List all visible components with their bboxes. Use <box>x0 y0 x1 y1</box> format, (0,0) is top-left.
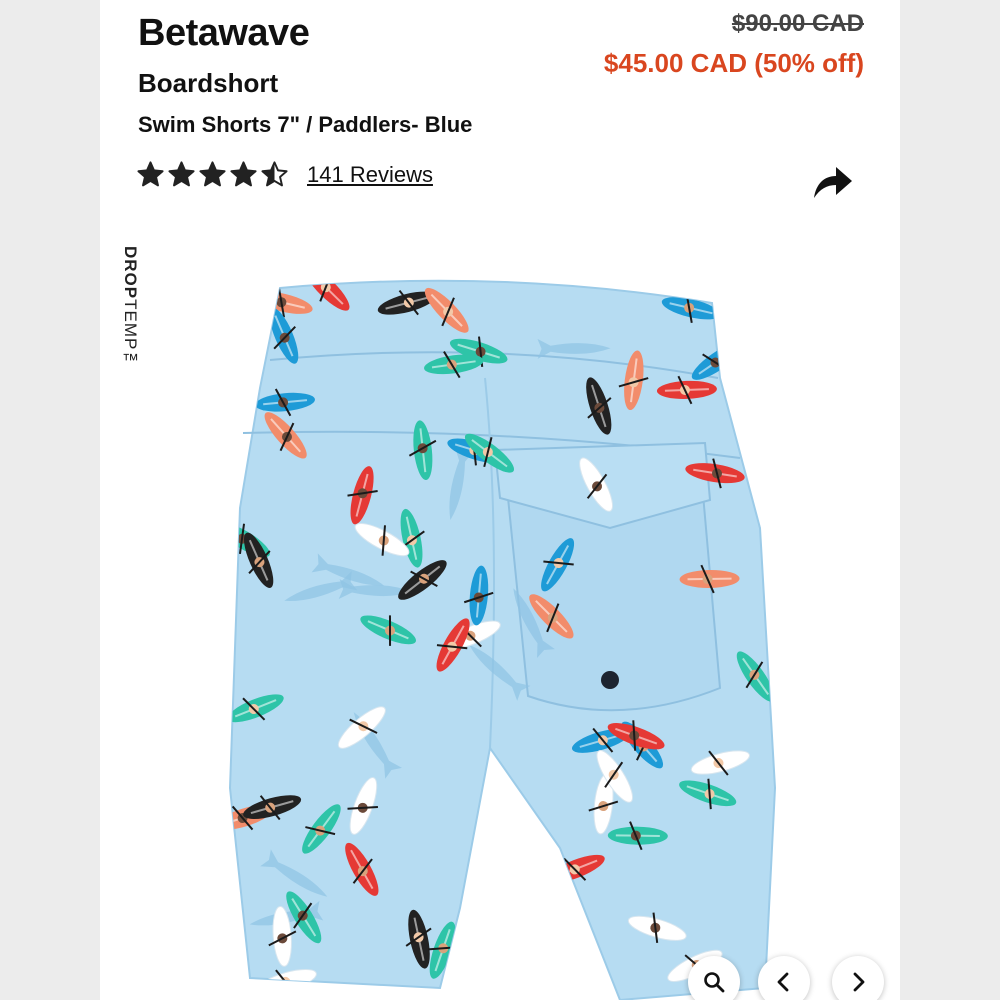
product-card: Betawave Boardshort Swim Shorts 7" / Pad… <box>100 0 900 1000</box>
star-half-icon <box>261 161 288 187</box>
boardshort-photo <box>228 279 777 1000</box>
star-full-icon <box>137 161 164 187</box>
product-header: Betawave Boardshort Swim Shorts 7" / Pad… <box>100 0 900 228</box>
original-price: $90.00 CAD <box>731 10 864 37</box>
star-rating <box>136 160 289 189</box>
chevron-left-icon <box>777 972 789 992</box>
share-button[interactable] <box>808 162 856 202</box>
reviews-link[interactable]: 141 Reviews <box>307 162 433 188</box>
product-image[interactable]: DROPTEMP™ <box>100 228 900 1000</box>
product-variant: Swim Shorts 7" / Paddlers- Blue <box>138 112 473 137</box>
zoom-button[interactable] <box>688 956 740 1000</box>
product-type: Boardshort <box>138 68 279 98</box>
magnifier-icon <box>704 972 725 993</box>
star-full-icon <box>168 161 195 187</box>
star-full-icon <box>199 161 226 187</box>
share-arrow-icon <box>814 167 852 198</box>
droptemp-badge: DROPTEMP™ <box>120 246 140 370</box>
chevron-right-icon <box>853 972 865 992</box>
rating-row: 141 Reviews <box>136 160 433 189</box>
sale-price: $45.00 CAD (50% off) <box>603 48 864 78</box>
droptemp-light: TEMP™ <box>121 299 140 371</box>
droptemp-bold: DROP <box>121 246 140 300</box>
next-image-button[interactable] <box>832 956 884 1000</box>
product-brand: Betawave <box>138 12 310 54</box>
prev-image-button[interactable] <box>758 956 810 1000</box>
star-full-icon <box>230 161 257 187</box>
